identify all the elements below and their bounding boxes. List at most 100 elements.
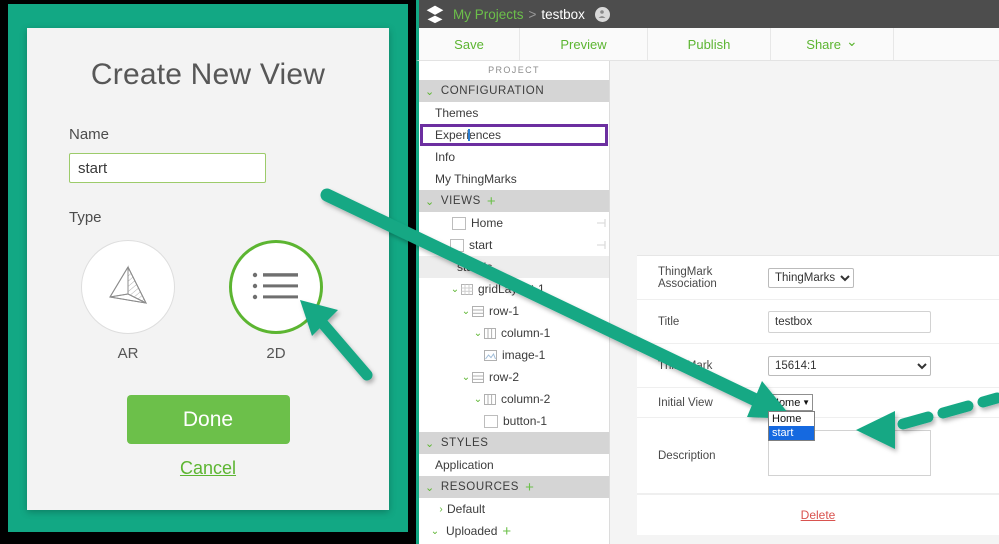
description-label: Description (658, 450, 768, 462)
item-label: Home (471, 216, 503, 230)
share-button-label: Share (806, 37, 841, 52)
item-label: column-2 (501, 392, 550, 406)
sidebar-item-column-1[interactable]: ⌄ column-1 (419, 322, 609, 344)
initial-view-option-start[interactable]: start (769, 426, 814, 440)
sidebar-section-resources[interactable]: ⌄ RESOURCES + (419, 476, 609, 498)
grid-icon (461, 284, 473, 295)
caret-down-icon: ▼ (802, 398, 810, 407)
breadcrumb: My Projects > testbox (453, 7, 585, 22)
section-label: VIEWS (441, 195, 481, 207)
user-avatar-icon[interactable] (595, 7, 610, 22)
cancel-link[interactable]: Cancel (27, 458, 389, 479)
app-toolbar: Save Preview Publish Share ⌄ (416, 28, 999, 61)
item-label: column-1 (501, 326, 550, 340)
section-label: CONFIGURATION (441, 85, 544, 97)
publish-button-label: Publish (688, 37, 731, 52)
sidebar-item-row-1[interactable]: ⌄ row-1 (419, 300, 609, 322)
item-label: row-1 (489, 304, 519, 318)
sidebar-header: PROJECT (419, 61, 609, 80)
chevron-down-icon: ⌄ (846, 33, 858, 50)
sidebar-item-home[interactable]: Home (419, 212, 609, 234)
sidebar-item-row-2[interactable]: ⌄ row-2 (419, 366, 609, 388)
sidebar-section-views[interactable]: ⌄ VIEWS + (419, 190, 609, 212)
thingmark-association-select[interactable]: ThingMarks (768, 268, 854, 288)
form-row-description: Description (637, 418, 999, 494)
sidebar-item-gridlayout-1[interactable]: ⌄ gridLayout-1 (419, 278, 609, 300)
add-upload-icon[interactable]: + (502, 524, 511, 539)
share-button[interactable]: Share ⌄ (771, 28, 894, 60)
dialog-title: Create New View (27, 28, 389, 92)
chevron-right-icon: › (435, 504, 447, 515)
row-action-icon[interactable] (597, 218, 607, 228)
form-row-thingmark-association: ThingMark Association ThingMarks (637, 256, 999, 300)
view-tile-icon (450, 239, 464, 252)
layers-icon (425, 4, 445, 24)
view-type-ar[interactable]: AR (74, 240, 182, 362)
title-input[interactable] (768, 311, 931, 333)
pyramid-icon (102, 261, 154, 313)
sidebar-item-uploaded[interactable]: ⌄ Uploaded + (419, 520, 609, 542)
dialog-teal-frame: Create New View Name Type (8, 4, 408, 532)
delete-link[interactable]: Delete (801, 508, 836, 522)
item-label: Application (435, 458, 494, 472)
chevron-down-icon: ⌄ (429, 526, 441, 537)
item-label: Info (435, 150, 455, 164)
thingmark-select[interactable]: 15614:1 (768, 356, 931, 376)
chevron-down-icon: ⌄ (425, 437, 435, 450)
initial-view-value-text: Home (771, 397, 800, 409)
item-label: Uploaded (446, 524, 497, 538)
initial-view-option-list[interactable]: Home start (768, 411, 815, 441)
initial-view-dropdown[interactable]: Home ▼ Home start (768, 394, 999, 411)
ar-type-caption: AR (74, 345, 182, 362)
form-row-delete: Delete (637, 494, 999, 535)
publish-button[interactable]: Publish (648, 28, 771, 60)
experience-properties-panel: ThingMark Association ThingMarks Title T… (610, 61, 999, 544)
view-type-2d[interactable]: 2D (222, 240, 330, 362)
section-label: RESOURCES (441, 481, 519, 493)
view-tile-icon (452, 217, 466, 230)
ar-type-circle[interactable] (81, 240, 175, 334)
experiences-highlight-box (420, 124, 608, 146)
application-window: My Projects > testbox Save Preview Publi… (416, 0, 999, 544)
view-name-input[interactable] (69, 153, 266, 183)
row-icon (472, 372, 484, 383)
item-label: button-1 (503, 414, 547, 428)
preview-button[interactable]: Preview (520, 28, 648, 60)
dialog-screenshot-region: Create New View Name Type (0, 0, 416, 544)
breadcrumb-my-projects[interactable]: My Projects (453, 7, 524, 22)
properties-form: ThingMark Association ThingMarks Title T… (637, 255, 999, 535)
chevron-down-icon: ⌄ (472, 394, 484, 405)
twod-type-circle[interactable] (229, 240, 323, 334)
row-action-icon[interactable] (597, 240, 607, 250)
done-button[interactable]: Done (127, 395, 290, 444)
chevron-down-icon: ⌄ (438, 240, 450, 251)
column-icon (484, 328, 496, 339)
add-resource-icon[interactable]: + (525, 480, 534, 495)
sidebar-section-styles[interactable]: ⌄ STYLES (419, 432, 609, 454)
thingmark-association-label: ThingMark Association (658, 266, 768, 290)
sidebar-item-my-thingmarks[interactable]: My ThingMarks (419, 168, 609, 190)
sidebar-item-application[interactable]: Application (419, 454, 609, 476)
initial-view-current-value[interactable]: Home ▼ (768, 394, 813, 411)
sidebar-item-start[interactable]: ⌄ start (419, 234, 609, 256)
initial-view-option-home[interactable]: Home (769, 412, 814, 426)
chevron-down-icon: ⌄ (449, 284, 461, 295)
sidebar-item-start-js[interactable]: start.js (419, 256, 609, 278)
add-view-icon[interactable]: + (487, 194, 496, 209)
image-icon (484, 350, 497, 361)
sidebar-item-button-1[interactable]: button-1 (419, 410, 609, 432)
sidebar-item-image-1[interactable]: image-1 (419, 344, 609, 366)
sidebar-item-default[interactable]: › Default (419, 498, 609, 520)
sidebar-item-column-2[interactable]: ⌄ column-2 (419, 388, 609, 410)
row-icon (472, 306, 484, 317)
create-new-view-dialog: Create New View Name Type (27, 28, 389, 510)
item-label: image-1 (502, 348, 545, 362)
sidebar-item-info[interactable]: Info (419, 146, 609, 168)
list-icon (251, 270, 301, 304)
title-label: Title (658, 316, 768, 328)
sidebar-item-themes[interactable]: Themes (419, 102, 609, 124)
sidebar-section-configuration[interactable]: ⌄ CONFIGURATION (419, 80, 609, 102)
save-button[interactable]: Save (419, 28, 520, 60)
preview-button-label: Preview (560, 37, 606, 52)
breadcrumb-separator: > (529, 7, 537, 22)
